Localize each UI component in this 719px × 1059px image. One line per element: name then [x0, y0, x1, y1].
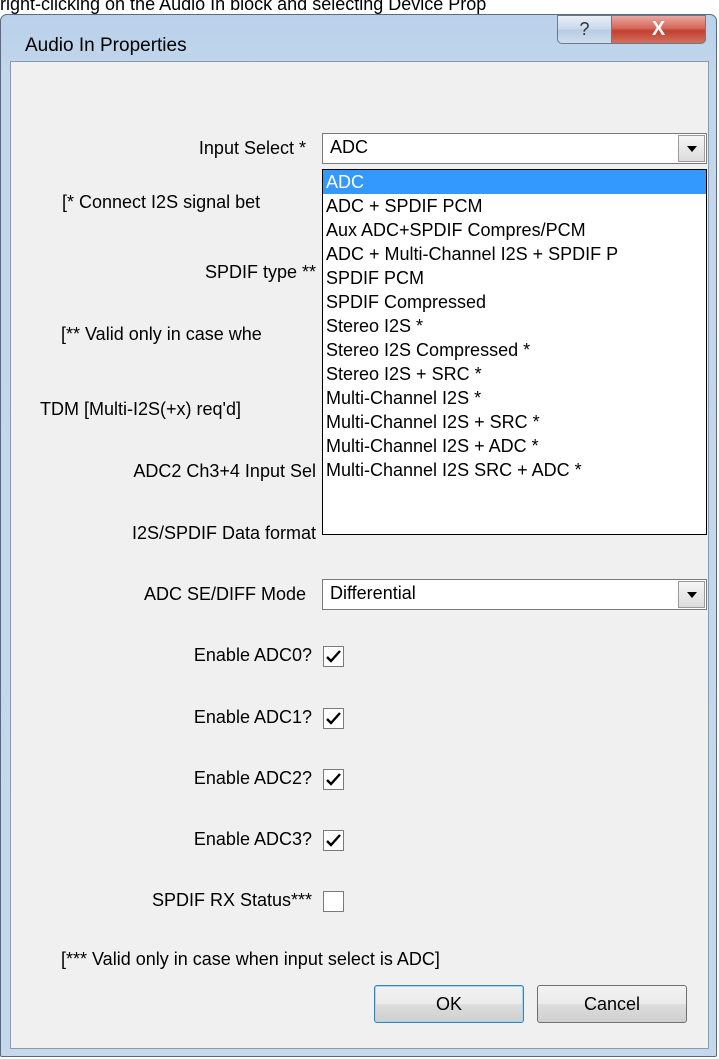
- dropdown-option-multichannel-i2s-src[interactable]: Multi-Channel I2S + SRC *: [323, 410, 706, 434]
- ok-button[interactable]: OK: [374, 985, 524, 1023]
- input-select-dropdown-list[interactable]: ADC ADC + SPDIF PCM Aux ADC+SPDIF Compre…: [322, 169, 707, 535]
- input-select-label: Input Select *: [198, 138, 306, 158]
- background-caption-text: right-clicking on the Audio In block and…: [0, 0, 487, 14]
- checkmark-icon: [326, 712, 341, 725]
- input-select-dropdown-arrow[interactable]: [678, 135, 705, 162]
- connect-i2s-note: [* Connect I2S signal bet: [62, 192, 261, 212]
- enable-adc1-label: Enable ADC1?: [193, 707, 312, 727]
- dialog-client-area: Input Select * ADC [* Connect I2S signal…: [10, 61, 709, 1049]
- close-icon: X: [651, 18, 666, 40]
- chevron-down-icon: [686, 145, 697, 152]
- adc-mode-combobox[interactable]: Differential: [322, 579, 707, 610]
- adc-mode-label: ADC SE/DIFF Mode: [143, 584, 306, 604]
- spdif-rx-status-label: SPDIF RX Status***: [151, 890, 312, 910]
- enable-adc2-checkbox[interactable]: [323, 769, 344, 790]
- spdif-rx-status-checkbox[interactable]: [323, 891, 344, 912]
- adc2-input-sel-label: ADC2 Ch3+4 Input Sel: [133, 461, 316, 481]
- enable-adc3-checkbox[interactable]: [323, 830, 344, 851]
- valid-only-note: [** Valid only in case whe: [61, 324, 262, 344]
- dropdown-option-stereo-i2s[interactable]: Stereo I2S *: [323, 314, 706, 338]
- enable-adc1-checkbox[interactable]: [323, 708, 344, 729]
- dropdown-option-multichannel-i2s-adc[interactable]: Multi-Channel I2S + ADC *: [323, 434, 706, 458]
- dialog-title: Audio In Properties: [25, 35, 187, 56]
- data-format-label: I2S/SPDIF Data format: [131, 523, 316, 543]
- dropdown-option-aux-adc-spdif[interactable]: Aux ADC+SPDIF Compres/PCM: [323, 218, 706, 242]
- dropdown-option-adc-multichannel-spdif[interactable]: ADC + Multi-Channel I2S + SPDIF P: [323, 242, 706, 266]
- checkmark-icon: [326, 773, 341, 786]
- enable-adc2-label: Enable ADC2?: [193, 768, 312, 788]
- input-select-combobox[interactable]: ADC: [322, 133, 707, 164]
- input-select-footnote: [*** Valid only in case when input selec…: [61, 949, 440, 969]
- dropdown-option-stereo-i2s-src[interactable]: Stereo I2S + SRC *: [323, 362, 706, 386]
- dropdown-option-stereo-i2s-compressed[interactable]: Stereo I2S Compressed *: [323, 338, 706, 362]
- dropdown-option-multichannel-i2s-src-adc[interactable]: Multi-Channel I2S SRC + ADC *: [323, 458, 706, 482]
- enable-adc3-label: Enable ADC3?: [193, 829, 312, 849]
- spdif-type-label: SPDIF type **: [204, 262, 316, 282]
- dropdown-option-adc-spdif-pcm[interactable]: ADC + SPDIF PCM: [323, 194, 706, 218]
- dropdown-option-spdif-compressed[interactable]: SPDIF Compressed: [323, 290, 706, 314]
- audio-in-properties-dialog: Audio In Properties ? X Input Select * A…: [0, 14, 717, 1057]
- dropdown-option-adc[interactable]: ADC: [323, 170, 706, 194]
- dropdown-option-multichannel-i2s[interactable]: Multi-Channel I2S *: [323, 386, 706, 410]
- adc-mode-value: Differential: [330, 583, 416, 603]
- checkmark-icon: [326, 650, 341, 663]
- close-button[interactable]: X: [611, 15, 706, 44]
- tdm-label: TDM [Multi-I2S(+x) req'd]: [40, 399, 241, 419]
- help-button[interactable]: ?: [557, 15, 612, 44]
- input-select-value: ADC: [330, 137, 369, 157]
- cancel-button[interactable]: Cancel: [537, 985, 687, 1023]
- chevron-down-icon: [686, 591, 697, 598]
- adc-mode-dropdown-arrow[interactable]: [678, 581, 705, 608]
- enable-adc0-checkbox[interactable]: [323, 646, 344, 667]
- enable-adc0-label: Enable ADC0?: [193, 645, 312, 665]
- dropdown-option-spdif-pcm[interactable]: SPDIF PCM: [323, 266, 706, 290]
- checkmark-icon: [326, 834, 341, 847]
- help-icon: ?: [579, 19, 590, 39]
